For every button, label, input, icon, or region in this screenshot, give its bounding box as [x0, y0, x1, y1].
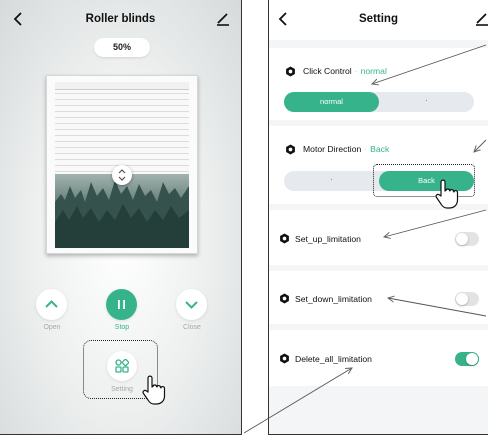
- left-topbar: Roller blinds: [0, 0, 241, 40]
- pencil-line-icon[interactable]: [472, 8, 488, 28]
- toggle-knob: [456, 293, 468, 305]
- set-up-limitation-toggle[interactable]: [455, 232, 479, 246]
- blind-slats: [55, 82, 189, 174]
- setting-button[interactable]: [107, 351, 137, 381]
- motor-direction-title: Motor Direction: [303, 144, 362, 154]
- setting-label: Setting: [111, 386, 133, 393]
- click-option-normal[interactable]: normal: [284, 92, 379, 112]
- set-down-limitation-label: Set_down_limitation: [295, 294, 372, 304]
- page-title: Setting: [359, 13, 398, 25]
- gear-icon: [280, 233, 289, 244]
- delete-all-limitation-toggle[interactable]: [455, 352, 479, 366]
- set-up-limitation-row: Set_up_limitation: [269, 210, 488, 265]
- delete-all-limitation-label: Delete_all_limitation: [295, 354, 372, 364]
- click-control-title: Click Control: [303, 66, 352, 76]
- stop-label: Stop: [114, 324, 130, 331]
- pencil-line-icon[interactable]: [213, 8, 233, 28]
- open-button[interactable]: [36, 289, 67, 320]
- toggle-knob: [466, 353, 478, 365]
- hand-pointer-icon: [142, 375, 166, 405]
- close-label: Close: [183, 324, 201, 331]
- forest-view: [55, 82, 189, 248]
- set-down-limitation-row: Set_down_limitation: [269, 271, 488, 324]
- drag-handle-icon[interactable]: [112, 165, 132, 185]
- grid-settings-icon: [115, 359, 129, 373]
- gear-icon: [286, 144, 295, 155]
- position-percentage: 50%: [94, 38, 150, 57]
- toggle-knob: [456, 233, 468, 245]
- blind-headrail: [55, 82, 189, 90]
- setting-screen: Setting Click Control · normal normal · Mo…: [268, 0, 488, 435]
- motor-direction-card: Motor Direction · Back · Back: [269, 126, 488, 209]
- chevron-down-icon: [185, 301, 198, 309]
- click-option-other[interactable]: ·: [379, 92, 474, 112]
- right-topbar: Setting: [269, 0, 488, 40]
- hand-pointer-icon: [435, 179, 459, 209]
- direction-option-other[interactable]: ·: [284, 171, 379, 191]
- open-label: Open: [43, 324, 61, 331]
- motor-direction-separator: ·: [364, 144, 368, 154]
- gear-icon: [280, 293, 289, 304]
- click-control-value: normal: [360, 66, 387, 76]
- motor-direction-label: Motor Direction · Back: [303, 144, 389, 154]
- blind-window-visual: [46, 75, 198, 254]
- delete-all-limitation-row: Delete_all_limitation: [269, 330, 488, 386]
- gear-icon: [280, 353, 289, 364]
- click-control-card: Click Control · normal normal ·: [269, 48, 488, 120]
- page-title: Roller blinds: [85, 13, 156, 25]
- gear-icon: [286, 66, 295, 77]
- motor-direction-value: Back: [370, 144, 390, 154]
- click-control-separator: ·: [354, 66, 358, 76]
- roller-blinds-screen: Roller blinds 50% Open Stop Close Settin…: [0, 0, 242, 435]
- set-up-limitation-label: Set_up_limitation: [295, 234, 361, 244]
- pause-icon: [118, 300, 125, 309]
- close-button[interactable]: [176, 289, 207, 320]
- click-control-label: Click Control · normal: [303, 66, 387, 76]
- click-control-segmented: normal ·: [284, 92, 474, 112]
- stop-button[interactable]: [106, 289, 137, 320]
- chevron-up-icon: [45, 300, 58, 308]
- set-down-limitation-toggle[interactable]: [455, 292, 479, 306]
